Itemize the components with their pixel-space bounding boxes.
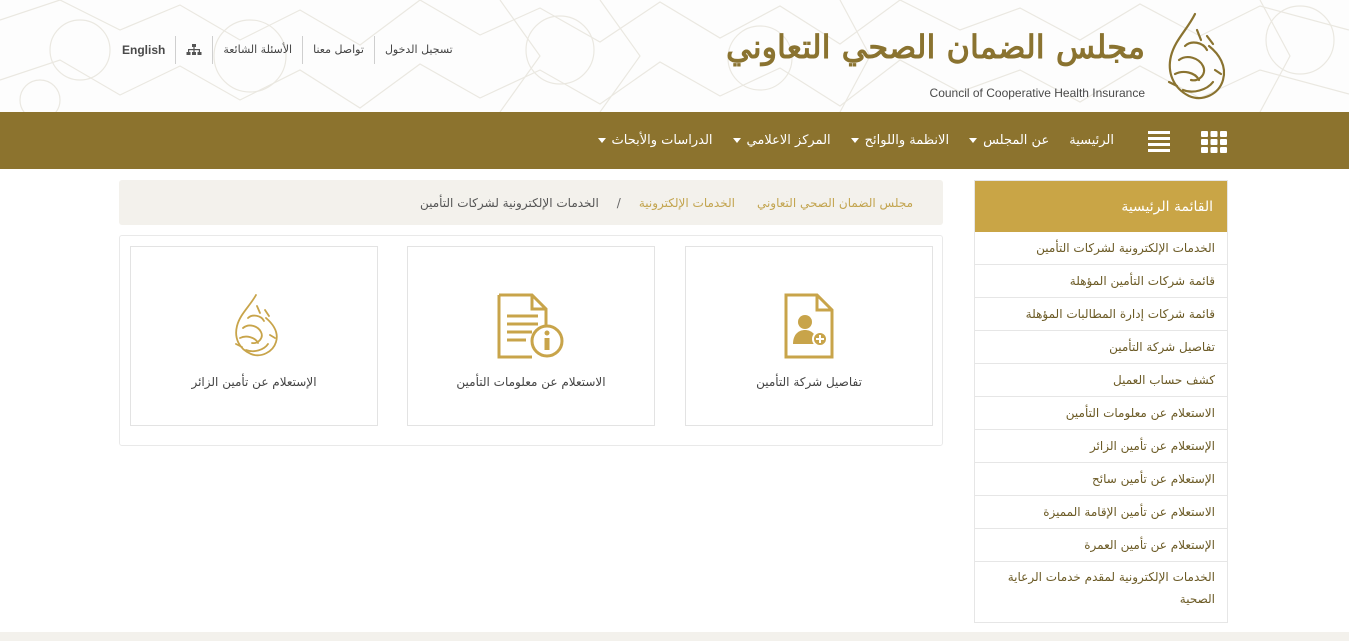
contact-link[interactable]: تواصل معنا (302, 36, 374, 64)
service-card-label: الاستعلام عن معلومات التأمين (456, 375, 606, 389)
logo-arabic-text: مجلس الضمان الصحي التعاوني (726, 28, 1146, 66)
caret-down-icon (850, 138, 859, 143)
nav-item-label: الدراسات والأبحاث (611, 133, 713, 148)
service-card-insurance-info[interactable]: الاستعلام عن معلومات التأمين (407, 246, 655, 426)
sidebar-item[interactable]: الخدمات الإلكترونية لمقدم خدمات الرعاية … (975, 562, 1227, 614)
calligraphy-emblem-icon (1167, 12, 1226, 100)
sidebar-item[interactable]: الاستعلام عن تأمين الإقامة المميزة (975, 496, 1227, 529)
caret-down-icon (597, 138, 606, 143)
sitemap-link[interactable] (175, 36, 212, 64)
nav-item-label: الرئيسية (1069, 133, 1114, 148)
top-links: تسجيل الدخول تواصل معنا الأسئلة الشائعة … (112, 36, 463, 64)
sidebar-menu: القائمة الرئيسية الخدمات الإلكترونية لشر… (974, 180, 1228, 623)
services-panel: تفاصيل شركة التأمين الاستعلام عن معلومات… (119, 235, 943, 446)
service-card-company-details[interactable]: تفاصيل شركة التأمين (685, 246, 933, 426)
sidebar-item[interactable]: الاستعلام عن معلومات التأمين (975, 397, 1227, 430)
sidebar-item[interactable]: قائمة شركات إدارة المطالبات المؤهلة (975, 298, 1227, 331)
service-card-label: تفاصيل شركة التأمين (756, 375, 862, 389)
nav-item-label: المركز الاعلامي (746, 133, 831, 148)
sidebar-item[interactable]: الإستعلام عن تأمين العمرة (975, 529, 1227, 562)
nav-menu: الرئيسية عن المجلس الانظمة واللوائح المر… (588, 112, 1124, 169)
nav-item-label: الانظمة واللوائح (864, 133, 950, 148)
breadcrumb-link-council[interactable]: مجلس الضمان الصحي التعاوني (757, 196, 913, 210)
document-info-icon (497, 293, 564, 359)
main-nav: الرئيسية عن المجلس الانظمة واللوائح المر… (0, 112, 1349, 169)
sidebar-item[interactable]: قائمة شركات التأمين المؤهلة (975, 265, 1227, 298)
caret-down-icon (732, 138, 741, 143)
sidebar-item[interactable]: الإستعلام عن تأمين سائح (975, 463, 1227, 496)
breadcrumb-link-eservices[interactable]: الخدمات الإلكترونية (639, 196, 735, 210)
service-card-label: الإستعلام عن تأمين الزائر (191, 375, 317, 389)
nav-item-studies[interactable]: الدراسات والأبحاث (588, 133, 723, 148)
sidebar-title: القائمة الرئيسية (975, 181, 1227, 232)
caret-down-icon (969, 138, 978, 143)
nav-item-label: عن المجلس (983, 133, 1050, 148)
sidebar-item[interactable]: الإستعلام عن تأمين الزائر (975, 430, 1227, 463)
calligraphy-emblem-icon (235, 294, 278, 357)
grid-icon[interactable] (1201, 131, 1227, 153)
logo[interactable]: مجلس الضمان الصحي التعاوني Council of Co… (726, 10, 1229, 105)
faq-link[interactable]: الأسئلة الشائعة (212, 36, 302, 64)
logo-english-text: Council of Cooperative Health Insurance (929, 86, 1145, 100)
nav-item-about[interactable]: عن المجلس (959, 133, 1059, 148)
nav-item-regulations[interactable]: الانظمة واللوائح (841, 133, 959, 148)
site-header: مجلس الضمان الصحي التعاوني Council of Co… (0, 0, 1349, 112)
breadcrumb: مجلس الضمان الصحي التعاوني الخدمات الإلك… (119, 180, 943, 225)
nav-item-home[interactable]: الرئيسية (1059, 133, 1124, 148)
sidebar-item[interactable]: تفاصيل شركة التأمين (975, 331, 1227, 364)
footer-strip (0, 632, 1349, 641)
service-card-visitor-insurance[interactable]: الإستعلام عن تأمين الزائر (130, 246, 378, 426)
sidebar-item[interactable]: الخدمات الإلكترونية لشركات التأمين (975, 232, 1227, 265)
breadcrumb-current: الخدمات الإلكترونية لشركات التأمين (419, 195, 599, 210)
sitemap-icon (186, 44, 202, 55)
english-link[interactable]: English (112, 36, 175, 64)
nav-item-media-center[interactable]: المركز الاعلامي (723, 133, 841, 148)
hamburger-icon[interactable] (1148, 130, 1170, 152)
login-link[interactable]: تسجيل الدخول (373, 36, 463, 64)
document-user-icon (784, 293, 834, 359)
breadcrumb-separator: / (616, 195, 621, 210)
sidebar-item[interactable]: كشف حساب العميل (975, 364, 1227, 397)
